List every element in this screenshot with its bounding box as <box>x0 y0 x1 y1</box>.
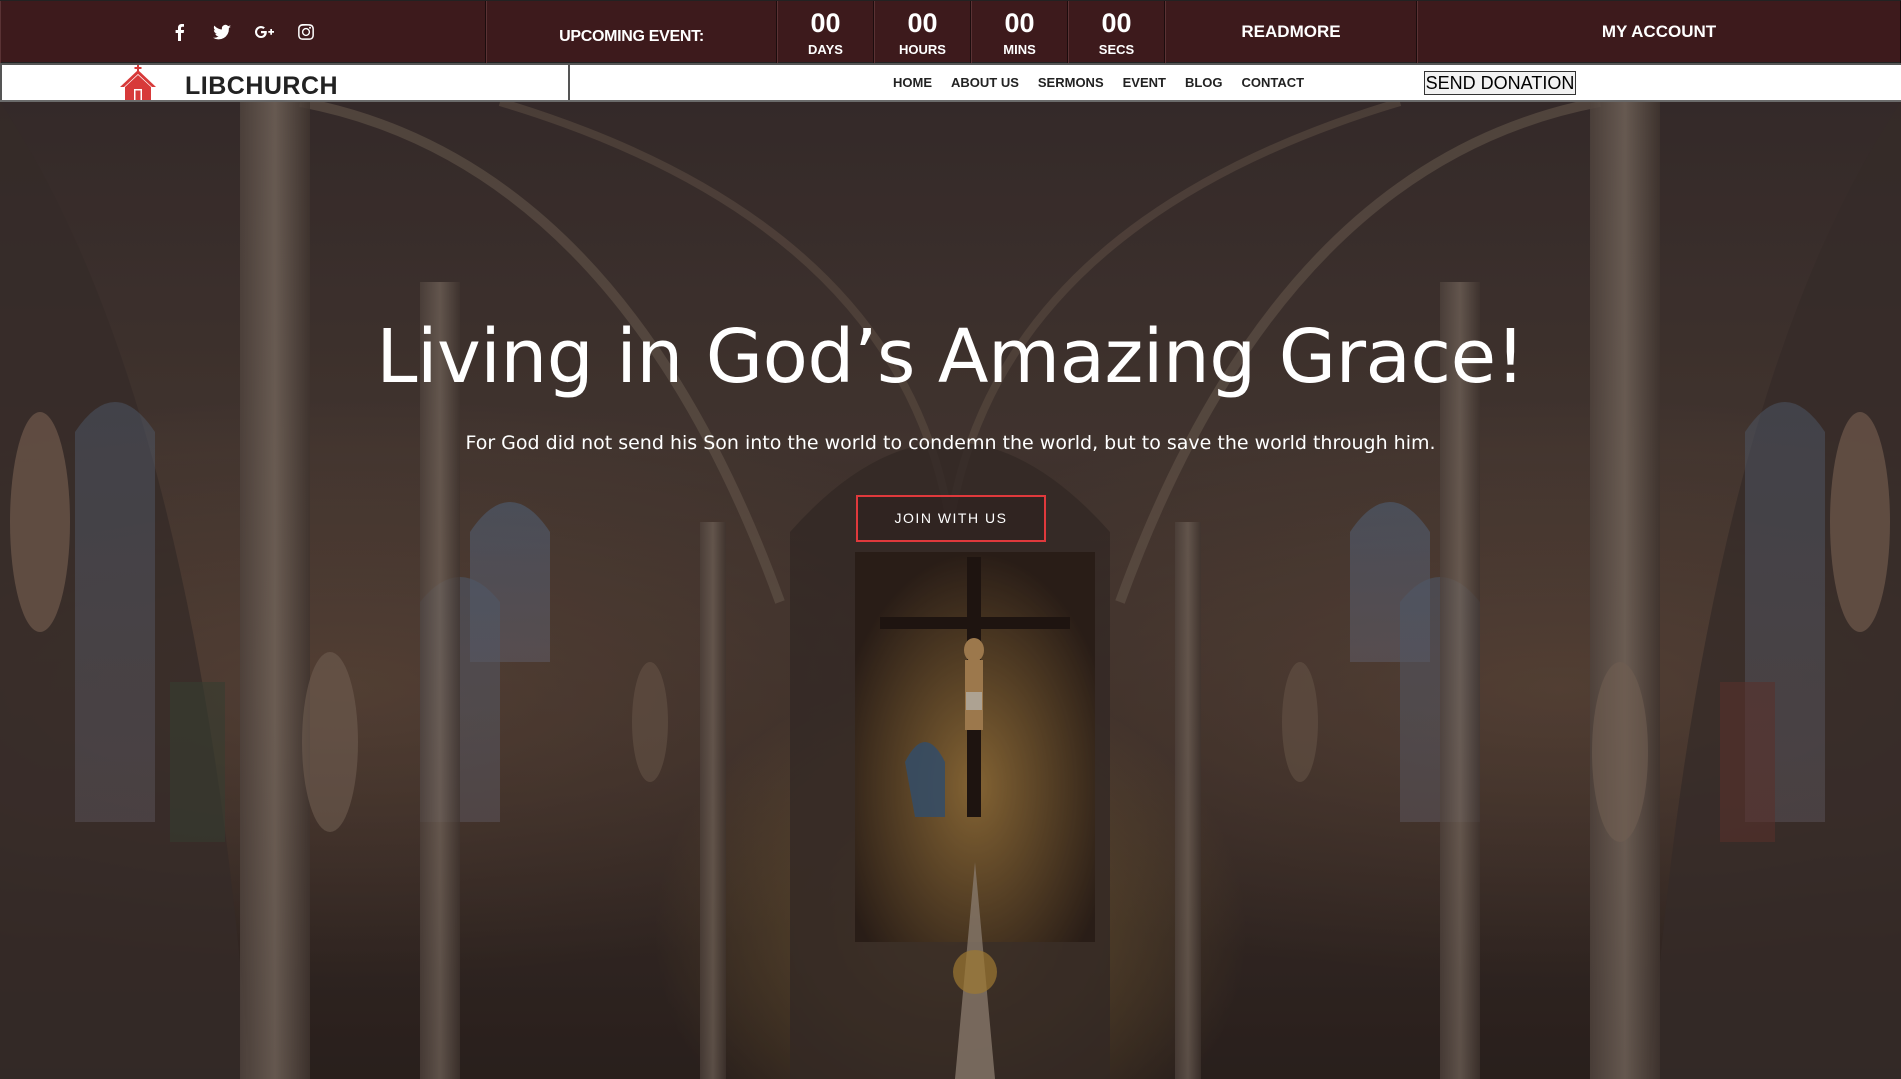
nav-item-contact[interactable]: CONTACT <box>1242 75 1305 90</box>
main-navbar: LIBCHURCH HOME ABOUT US SERMONS EVENT BL… <box>0 63 1901 102</box>
countdown-unit: HOURS <box>899 41 946 57</box>
nav-item-sermons[interactable]: SERMONS <box>1038 75 1104 90</box>
top-bar: UPCOMING EVENT: 00 DAYS 00 HOURS 00 MINS… <box>0 0 1901 63</box>
church-logo-icon <box>120 65 156 100</box>
nav-item-home[interactable]: HOME <box>893 75 932 90</box>
countdown-value: 00 <box>1101 7 1132 38</box>
nav-menu: HOME ABOUT US SERMONS EVENT BLOG CONTACT <box>893 75 1304 90</box>
countdown-days: 00 DAYS <box>777 1 874 63</box>
countdown-unit: DAYS <box>808 41 843 57</box>
my-account-link[interactable]: MY ACCOUNT <box>1417 1 1901 63</box>
brand-name: LIBCHURCH <box>185 72 339 100</box>
countdown-hours: 00 HOURS <box>874 1 971 63</box>
readmore-link[interactable]: READMORE <box>1165 1 1417 63</box>
hero-title: Living in God’s Amazing Grace! <box>376 314 1525 400</box>
countdown-value: 00 <box>1004 7 1035 38</box>
send-donation-button[interactable]: SEND DONATION <box>1424 71 1576 95</box>
upcoming-event-label: UPCOMING EVENT: <box>486 1 777 63</box>
countdown-value: 00 <box>810 7 841 38</box>
countdown-secs: 00 SECS <box>1068 1 1165 63</box>
nav-item-blog[interactable]: BLOG <box>1185 75 1223 90</box>
facebook-icon[interactable] <box>170 22 190 42</box>
social-links <box>0 1 486 63</box>
join-with-us-button[interactable]: JOIN WITH US <box>856 495 1046 542</box>
hero-subtitle: For God did not send his Son into the wo… <box>465 432 1436 454</box>
hero-section: Living in God’s Amazing Grace! For God d… <box>0 102 1901 1079</box>
countdown-unit: SECS <box>1098 41 1135 57</box>
church-interior-background <box>0 102 1901 1079</box>
twitter-icon[interactable] <box>212 22 232 42</box>
countdown-value: 00 <box>907 7 938 38</box>
nav-item-event[interactable]: EVENT <box>1123 75 1166 90</box>
brand[interactable]: LIBCHURCH <box>0 65 570 100</box>
instagram-icon[interactable] <box>296 22 316 42</box>
google-plus-icon[interactable] <box>254 22 274 42</box>
countdown-mins: 00 MINS <box>971 1 1068 63</box>
countdown-unit: MINS <box>1003 41 1036 57</box>
nav-item-about-us[interactable]: ABOUT US <box>951 75 1019 90</box>
